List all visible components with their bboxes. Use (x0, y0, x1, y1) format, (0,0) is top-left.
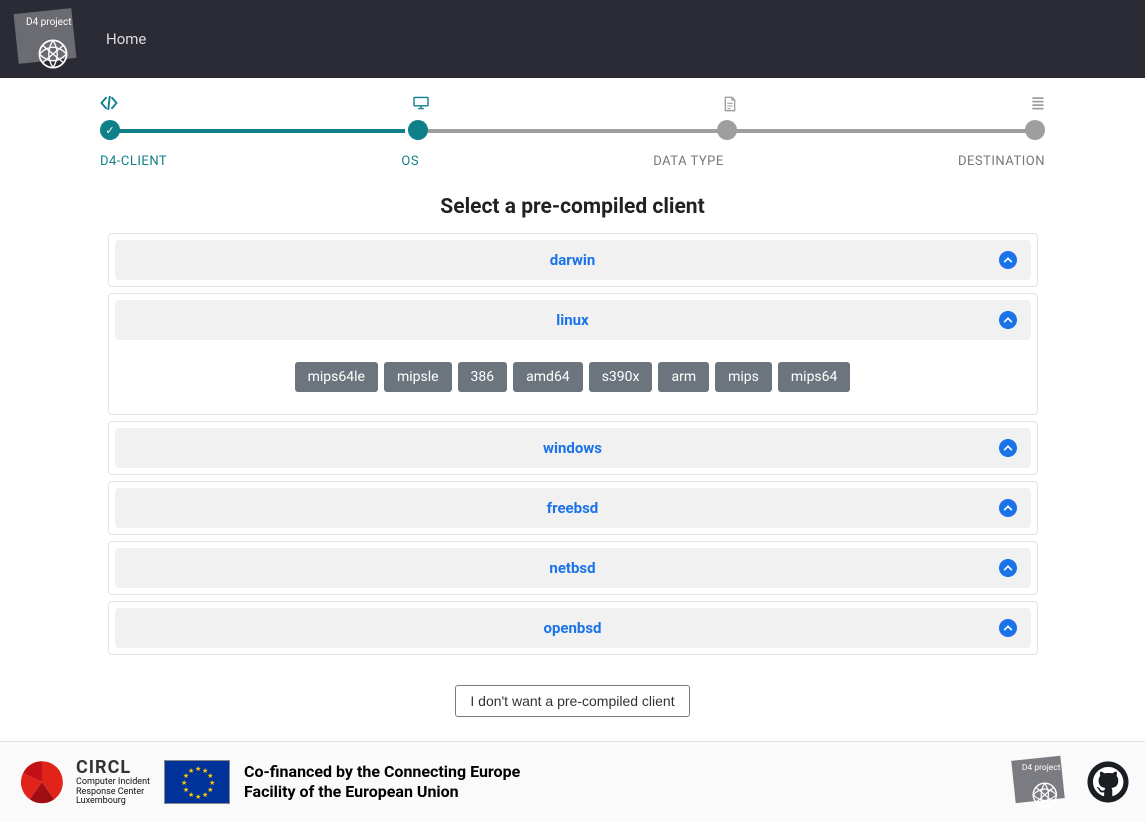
circl-sub3: Luxembourg (76, 797, 150, 806)
chevron-up-icon[interactable] (999, 559, 1017, 577)
os-name: windows (543, 439, 602, 457)
file-icon (723, 96, 737, 116)
desktop-icon (412, 96, 430, 116)
chevron-up-icon[interactable] (999, 251, 1017, 269)
arch-chip-mipsle[interactable]: mipsle (384, 362, 452, 392)
globe-icon (36, 37, 70, 71)
os-name: linux (556, 311, 588, 329)
os-header-openbsd[interactable]: openbsd (115, 608, 1031, 648)
os-header-windows[interactable]: windows (115, 428, 1031, 468)
arch-chip-mips64[interactable]: mips64 (778, 362, 851, 392)
cef-text: Co-financed by the Connecting Europe Fac… (244, 762, 520, 802)
os-header-linux[interactable]: linux (115, 300, 1031, 340)
list-icon (1031, 96, 1045, 116)
brand-text: D4 project (26, 17, 71, 28)
os-name: darwin (550, 251, 595, 269)
github-icon[interactable] (1087, 761, 1129, 803)
brand[interactable]: D4 project (8, 11, 82, 67)
os-name: openbsd (543, 619, 601, 637)
page-title: Select a pre-compiled client (108, 195, 1038, 219)
step-label-2: OS (401, 154, 419, 169)
circl-name: CIRCL (76, 757, 150, 778)
os-header-freebsd[interactable]: freebsd (115, 488, 1031, 528)
chevron-up-icon[interactable] (999, 499, 1017, 517)
arch-chip-amd64[interactable]: amd64 (513, 362, 583, 392)
arch-chip-386[interactable]: 386 (458, 362, 508, 392)
footer: CIRCL Computer Incident Response Center … (0, 741, 1145, 822)
os-card-freebsd: freebsd (108, 481, 1038, 535)
arch-chip-s390x[interactable]: s390x (589, 362, 653, 392)
step-label-3: DATA TYPE (653, 154, 724, 169)
chevron-up-icon[interactable] (999, 439, 1017, 457)
os-card-openbsd: openbsd (108, 601, 1038, 655)
arch-chip-mips64le[interactable]: mips64le (295, 362, 378, 392)
os-name: freebsd (547, 499, 599, 517)
skip-precompiled-button[interactable]: I don't want a pre-compiled client (455, 685, 689, 717)
eu-flag-icon: ★★★★★★★★★★★★ (164, 760, 230, 804)
os-card-windows: windows (108, 421, 1038, 475)
circl-sub1: Computer Incident (76, 778, 150, 787)
home-link[interactable]: Home (98, 22, 154, 56)
footer-brand[interactable]: D4 project (1007, 758, 1070, 806)
arch-chip-arm[interactable]: arm (658, 362, 709, 392)
step-label-1: D4-CLIENT (100, 154, 167, 169)
os-card-linux: linux mips64lemipsle386amd64s390xarmmipsm… (108, 293, 1038, 415)
os-card-netbsd: netbsd (108, 541, 1038, 595)
circl-logo[interactable]: CIRCL Computer Incident Response Center … (16, 756, 150, 808)
step-dot-2[interactable] (408, 120, 428, 140)
arch-chip-mips[interactable]: mips (715, 362, 772, 392)
stepper: ✓ D4-CLIENT OS DATA TYPE DESTINATION (0, 78, 1145, 177)
main-content: Select a pre-compiled client darwin linux… (98, 195, 1048, 717)
step-dot-1[interactable]: ✓ (100, 120, 120, 140)
os-name: netbsd (549, 559, 595, 577)
globe-icon (1030, 780, 1059, 809)
os-body-linux: mips64lemipsle386amd64s390xarmmipsmips64 (109, 346, 1037, 414)
code-icon (100, 96, 118, 116)
chevron-up-icon[interactable] (999, 619, 1017, 637)
step-dot-3[interactable] (717, 120, 737, 140)
step-label-4: DESTINATION (958, 154, 1045, 169)
circl-sub2: Response Center (76, 788, 150, 797)
navbar: D4 project Home (0, 0, 1145, 78)
chevron-up-icon[interactable] (999, 311, 1017, 329)
os-header-netbsd[interactable]: netbsd (115, 548, 1031, 588)
step-dot-4[interactable] (1025, 120, 1045, 140)
os-card-darwin: darwin (108, 233, 1038, 287)
os-header-darwin[interactable]: darwin (115, 240, 1031, 280)
